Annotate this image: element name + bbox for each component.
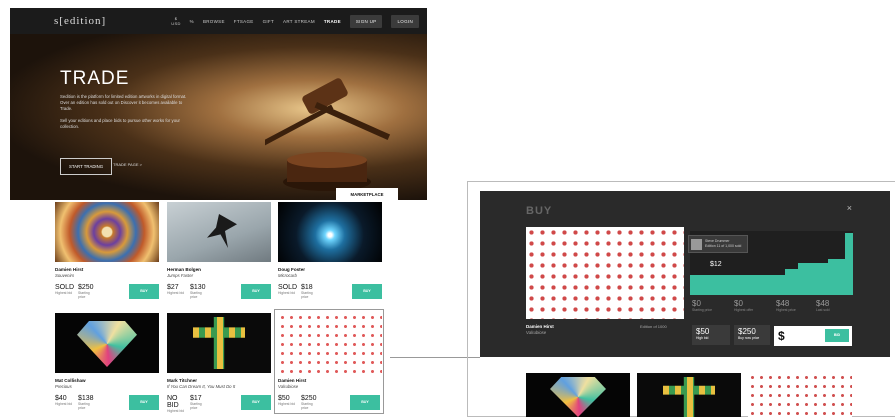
buy-modal: BUY × Steve Drummer Edition 11 of 1,000 s… [480,191,890,357]
nav-trade[interactable]: TRADE [324,19,341,24]
currency-selector[interactable]: $ USD [171,16,180,26]
artwork-card[interactable]: Herman Bolgen Jumps Faster $27 Highest bi… [167,202,271,299]
buy-button[interactable]: BUY [129,284,159,299]
hero-text: Sedition is the platform for limited edi… [60,94,187,111]
logo[interactable]: s[edition] [54,15,106,27]
top-nav: s[edition] $ USD % BROWSE FTSAGE GIFT ART… [10,8,427,34]
close-icon[interactable]: × [847,203,852,213]
gavel-icon [265,78,391,191]
artwork-title[interactable]: Valrubiose [278,384,380,389]
artwork-image[interactable] [55,202,159,262]
artwork-title[interactable]: Microcarb [278,273,382,278]
artist-name[interactable]: Herman Bolgen [167,267,271,272]
hero-banner: TRADE Sedition is the platform for limit… [10,34,427,200]
nav-art-stream[interactable]: ART STREAM [283,19,315,24]
artwork-image[interactable] [55,313,159,373]
modal-edition: Edition of 1000 [640,324,667,329]
bid-button[interactable]: BID [825,329,849,342]
bid-input[interactable]: $ BID [774,326,852,346]
highest-bid: SOLD Highest bid [55,284,75,295]
starting-price: $130 Starting price [190,284,206,299]
high-bid-box: $50 High bid [692,325,730,345]
modal-artwork-image [526,227,684,319]
hero-text-2: Sell your editions and place bids to pur… [60,118,180,129]
nav-ftsage[interactable]: FTSAGE [234,19,254,24]
stat-highest-price: $48 Highest price [776,299,796,312]
starting-price: $138 Starting price [78,395,94,410]
starting-price: $17 Starting price [190,395,202,410]
seller-subtitle: Edition 11 of 1,000 sold [705,244,742,248]
artist-name[interactable]: Damien Hirst [278,378,380,383]
modal-artist: Damien Hirst [526,324,554,329]
buy-button[interactable]: BUY [352,284,382,299]
nav-links: $ USD % BROWSE FTSAGE GIFT ART STREAM TRA… [171,14,419,28]
thumbnail-diamond[interactable] [526,373,630,417]
artwork-title[interactable]: Jumps Faster [167,273,271,278]
starting-price: $18 Starting price [301,284,313,299]
artwork-image[interactable] [278,313,382,373]
artwork-card[interactable]: Damien Hirst Souvenirs SOLD Highest bid $… [55,202,159,299]
percent-link[interactable]: % [190,19,194,24]
buy-button[interactable]: BUY [129,395,159,410]
dollar-sign: $ [778,329,785,343]
highest-bid: SOLD Highest bid [278,284,298,295]
nav-gift[interactable]: GIFT [263,19,274,24]
sedition-page: s[edition] $ USD % BROWSE FTSAGE GIFT ART… [10,8,427,417]
hero-title: TRADE [60,68,130,89]
artwork-card[interactable]: Mark Titchner If You Can Dream It, You M… [167,313,271,413]
artwork-card[interactable]: Mat Collishaw Precious $40 Highest bid $1… [55,313,159,410]
starting-price: $250 Starting price [78,284,94,299]
stat-highest-offer: $0 Highest offer [734,299,754,312]
buy-button[interactable]: BUY [241,284,271,299]
highest-bid: $50 Highest bid [278,395,295,406]
stat-starting: $0 Starting price [692,299,712,312]
modal-work-title: Valrubiose [526,330,547,335]
highest-bid: $40 Highest bid [55,395,72,406]
avatar [691,239,702,250]
artwork-image[interactable] [167,313,271,373]
artwork-image[interactable] [167,202,271,262]
artwork-card-selected[interactable]: Damien Hirst Valrubiose $50 Highest bid $… [274,309,384,414]
nav-browse[interactable]: BROWSE [203,19,225,24]
current-price: $12 [710,261,722,268]
artist-name[interactable]: Doug Foster [278,267,382,272]
seller-name: Steve Drummer [705,239,730,243]
trade-page-link[interactable]: TRADE PAGE > [113,162,142,167]
artwork-image[interactable] [278,202,382,262]
artwork-title[interactable]: Souvenirs [55,273,159,278]
modal-title: BUY [526,205,553,217]
starting-price: $250 Starting price [301,395,317,410]
login-button[interactable]: LOGIN [391,14,419,28]
highest-bid: NO BID Highest bid [167,395,184,413]
artwork-title[interactable]: Precious [55,384,159,389]
buy-now-box[interactable]: $250 Buy now price [734,325,770,345]
artwork-title[interactable]: If You Can Dream It, You Must Do It [167,384,271,389]
seller-tooltip: Steve Drummer Edition 11 of 1,000 sold [688,235,748,253]
highest-bid: $27 Highest bid [167,284,184,295]
artist-name[interactable]: Mark Titchner [167,378,271,383]
signup-button[interactable]: SIGN UP [349,14,383,28]
thumbnail-spots[interactable] [748,373,852,417]
start-trading-button[interactable]: START TRADING [60,158,113,175]
buy-button[interactable]: BUY [350,395,380,410]
thumbnail-you[interactable] [637,373,741,417]
buy-button[interactable]: BUY [241,395,271,410]
artist-name[interactable]: Mat Collishaw [55,378,159,383]
tab-marketplace[interactable]: MARKETPLACE [336,188,398,201]
artist-name[interactable]: Damien Hirst [55,267,159,272]
stat-last-sold: $48 Last sold [816,299,830,312]
artwork-card[interactable]: Doug Foster Microcarb SOLD Highest bid $1… [278,202,382,299]
